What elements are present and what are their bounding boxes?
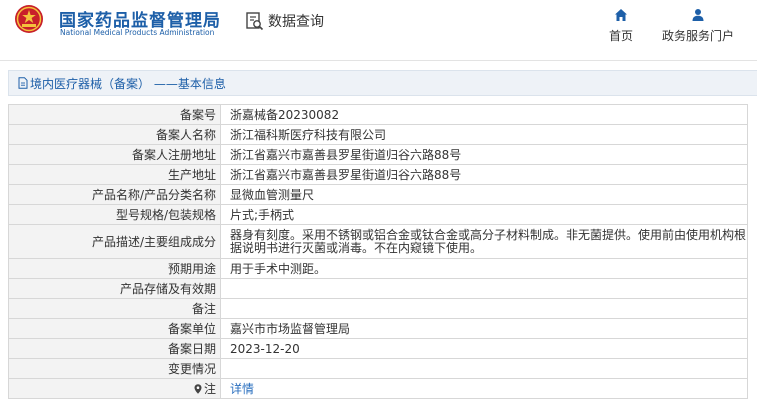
- field-value: 详情: [220, 378, 748, 399]
- table-row: 变更情况: [8, 358, 748, 379]
- field-label: 变更情况: [8, 358, 221, 379]
- field-value: 浙嘉械备20230082: [220, 104, 748, 125]
- field-value: 2023-12-20: [220, 338, 748, 359]
- field-label: 产品名称/产品分类名称: [8, 184, 221, 205]
- field-value: 浙江省嘉兴市嘉善县罗星街道归谷六路88号: [220, 144, 748, 165]
- home-icon: [615, 9, 627, 21]
- field-value: 嘉兴市市场监督管理局: [220, 318, 748, 339]
- nav-service-portal-label: 政务服务门户: [661, 29, 734, 43]
- nav-home-label: 首页: [608, 29, 633, 43]
- national-emblem-icon: [15, 5, 43, 33]
- nav-home[interactable]: 首页: [581, 8, 661, 44]
- field-label: 预期用途: [8, 258, 221, 279]
- table-row: 备注: [8, 298, 748, 319]
- data-query-label: 数据查询: [268, 14, 324, 30]
- table-row: 备案日期 2023-12-20: [8, 338, 748, 359]
- field-value: 用于手术中测距。: [220, 258, 748, 279]
- table-row: 备案人注册地址 浙江省嘉兴市嘉善县罗星街道归谷六路88号: [8, 144, 748, 165]
- header-divider: [0, 60, 757, 61]
- field-value: 浙江省嘉兴市嘉善县罗星街道归谷六路88号: [220, 164, 748, 185]
- field-value: 器身有刻度。采用不锈钢或铝合金或钛合金或高分子材料制成。非无菌提供。使用前由使用…: [220, 224, 748, 259]
- table-row: 备案单位 嘉兴市市场监督管理局: [8, 318, 748, 339]
- field-label: 产品描述/主要组成成分: [8, 224, 221, 259]
- field-label: 备案号: [8, 104, 221, 125]
- note-label-cell: 注: [8, 378, 221, 399]
- table-row: 产品名称/产品分类名称 显微血管测量尺: [8, 184, 748, 205]
- table-row: 注 详情: [8, 378, 748, 399]
- table-row: 产品描述/主要组成成分 器身有刻度。采用不锈钢或铝合金或钛合金或高分子材料制成。…: [8, 224, 748, 259]
- field-label: 备案日期: [8, 338, 221, 359]
- table-row: 型号规格/包装规格 片式;手柄式: [8, 204, 748, 225]
- details-link[interactable]: 详情: [230, 382, 254, 396]
- field-value: [220, 358, 748, 379]
- table-row: 预期用途 用于手术中测距。: [8, 258, 748, 279]
- field-value: 浙江福科斯医疗科技有限公司: [220, 124, 748, 145]
- breadcrumb-text: 境内医疗器械（备案） ——基本信息: [30, 76, 226, 91]
- field-label: 备案人名称: [8, 124, 221, 145]
- field-label: 备注: [8, 298, 221, 319]
- data-search-icon: [246, 12, 264, 31]
- field-label: 注: [203, 381, 216, 396]
- field-value: [220, 278, 748, 299]
- document-icon: [18, 77, 28, 89]
- field-value: 片式;手柄式: [220, 204, 748, 225]
- field-label: 产品存储及有效期: [8, 278, 221, 299]
- field-label: 备案单位: [8, 318, 221, 339]
- field-label: 备案人注册地址: [8, 144, 221, 165]
- field-label: 型号规格/包装规格: [8, 204, 221, 225]
- table-row: 产品存储及有效期: [8, 278, 748, 299]
- data-query-link[interactable]: 数据查询: [246, 11, 324, 31]
- field-value: 显微血管测量尺: [220, 184, 748, 205]
- field-label: 生产地址: [8, 164, 221, 185]
- site-title-en: National Medical Products Administration: [60, 28, 215, 37]
- nav-service-portal[interactable]: 政务服务门户: [658, 8, 738, 44]
- table-row: 生产地址 浙江省嘉兴市嘉善县罗星街道归谷六路88号: [8, 164, 748, 185]
- breadcrumb: 境内医疗器械（备案） ——基本信息: [8, 70, 757, 96]
- location-pin-icon: [194, 383, 202, 394]
- record-detail-table: 备案号 浙嘉械备20230082 备案人名称 浙江福科斯医疗科技有限公司 备案人…: [8, 104, 748, 399]
- user-icon: [692, 9, 704, 21]
- table-row: 备案人名称 浙江福科斯医疗科技有限公司: [8, 124, 748, 145]
- site-header: 国家药品监督管理局 National Medical Products Admi…: [0, 0, 757, 56]
- table-row: 备案号 浙嘉械备20230082: [8, 104, 748, 125]
- field-value: [220, 298, 748, 319]
